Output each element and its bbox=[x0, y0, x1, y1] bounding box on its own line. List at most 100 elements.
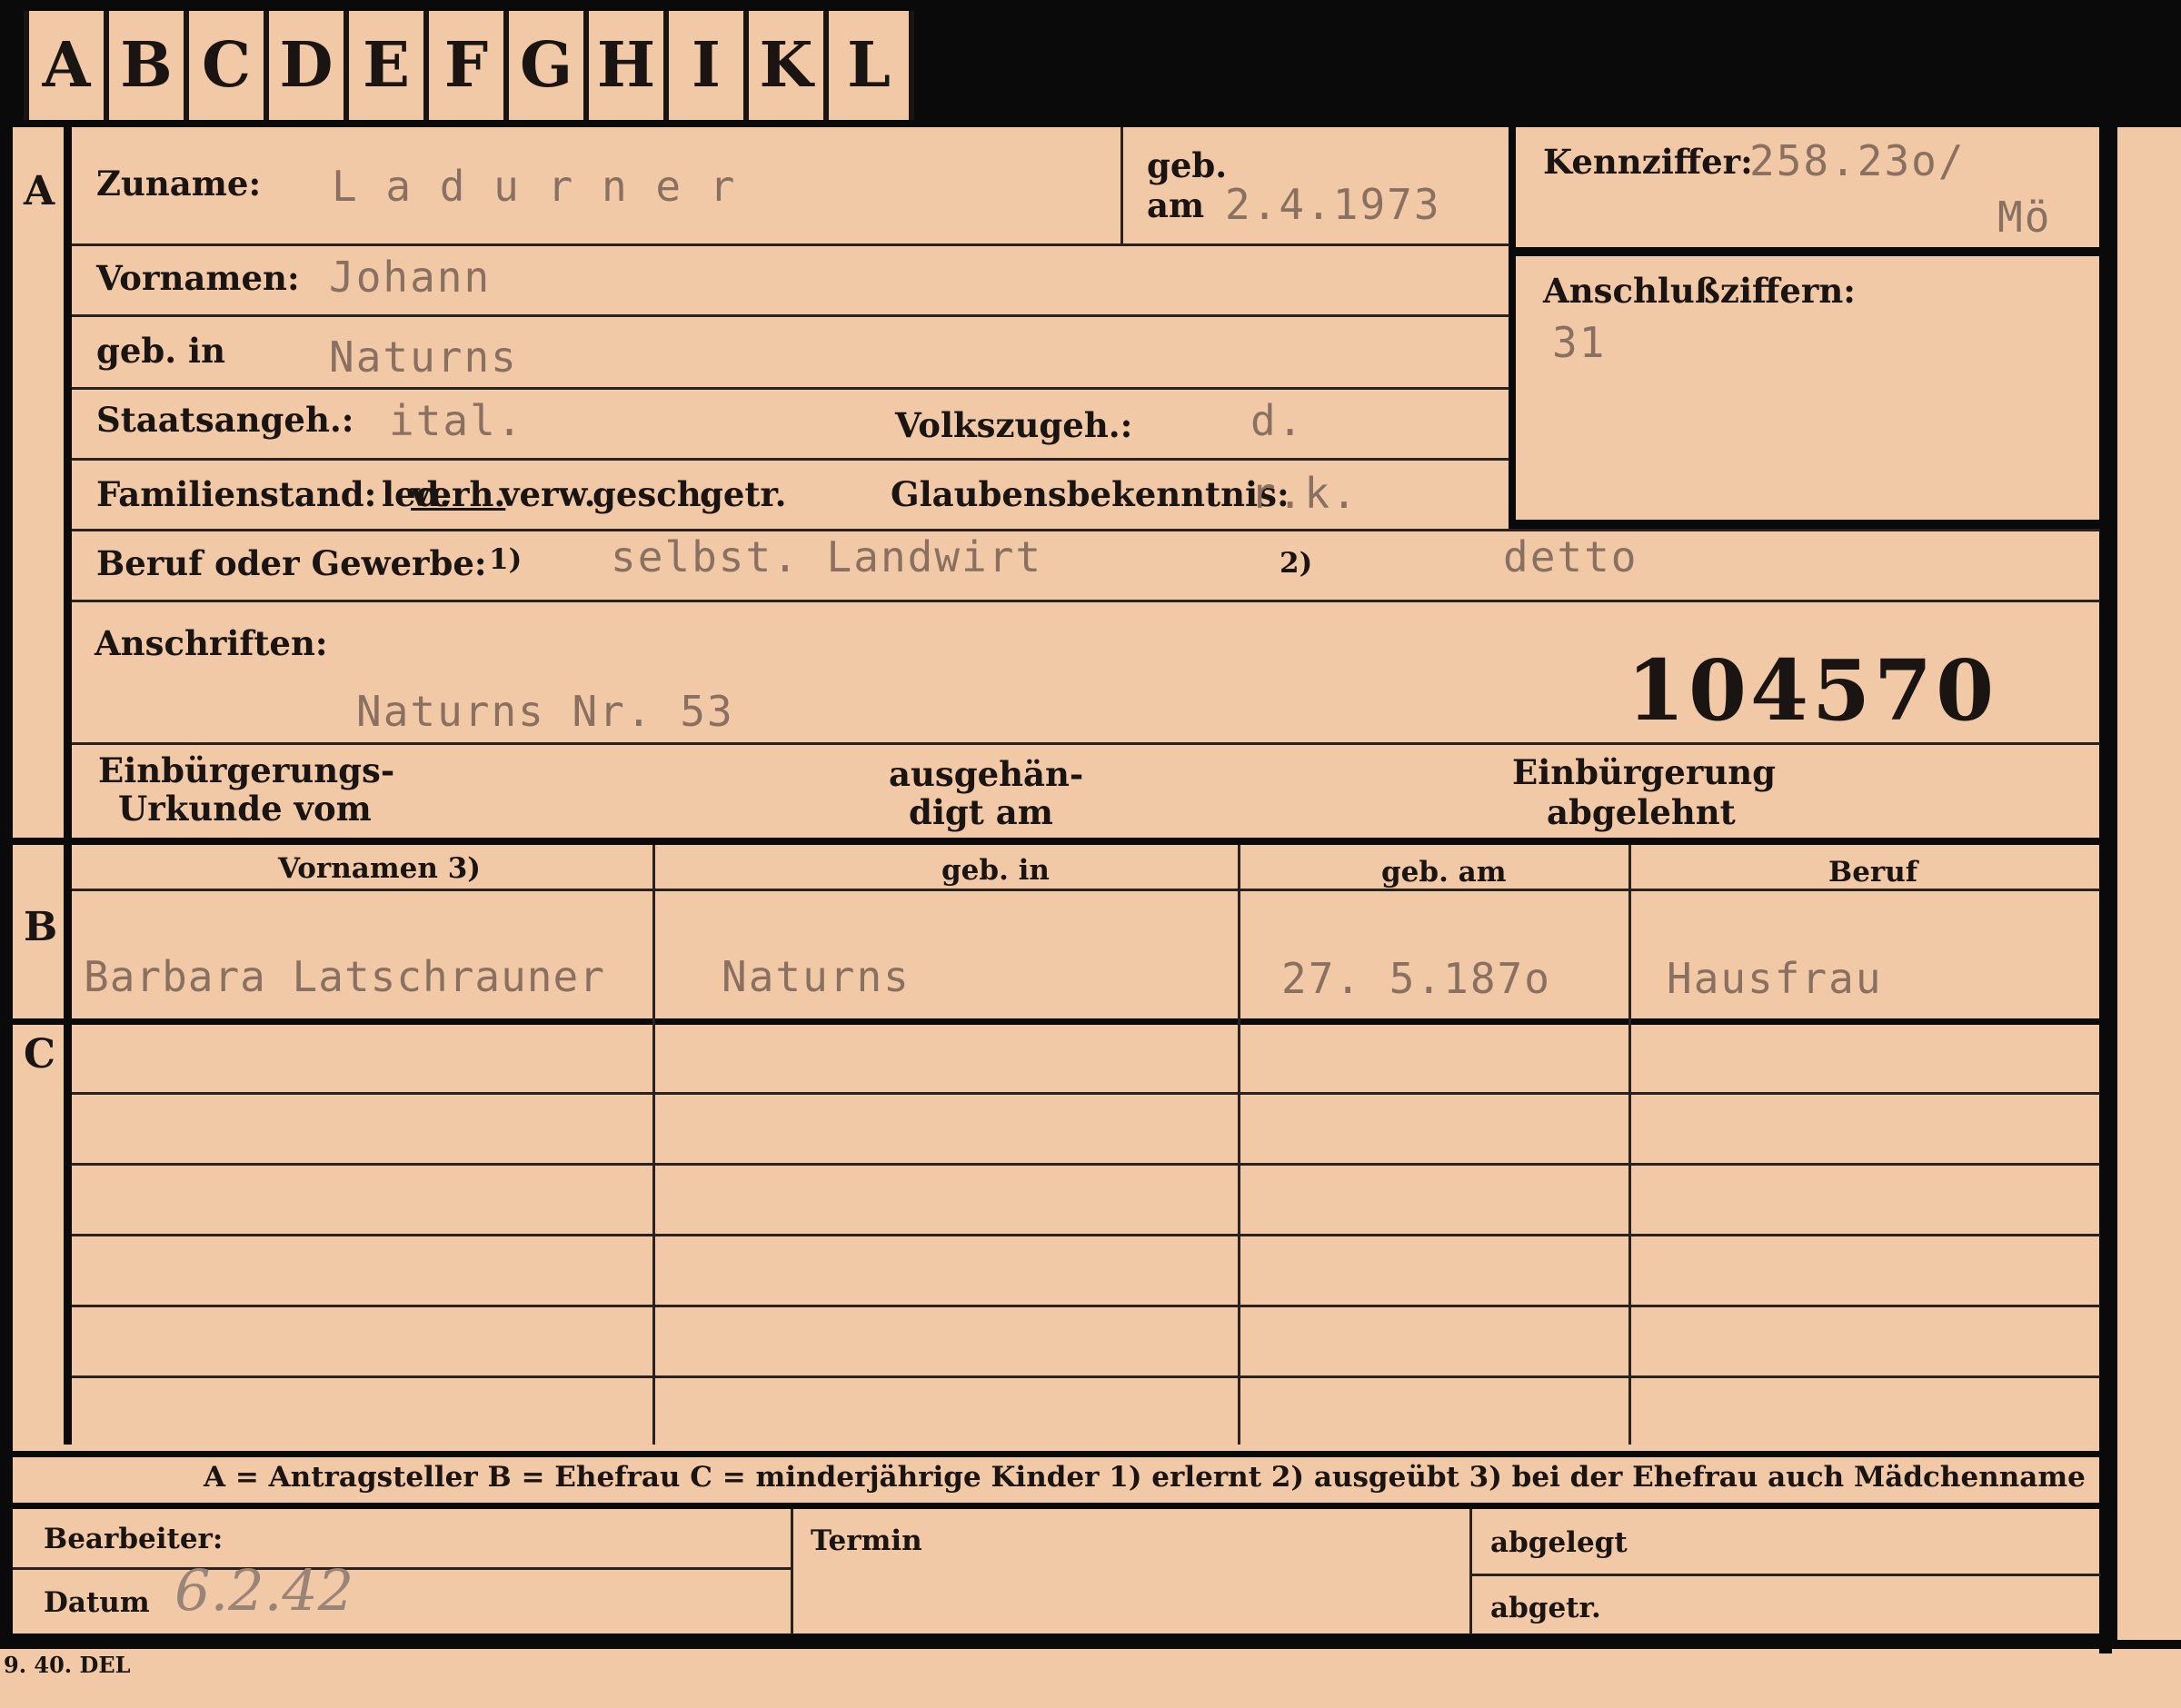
footer-row-line bbox=[13, 1567, 791, 1570]
anschlussziffern-label: Anschlußziffern: bbox=[1543, 271, 1856, 311]
child-row-line bbox=[72, 1163, 2100, 1166]
table-col-divider bbox=[652, 845, 655, 1445]
geb-am-value: 2.4.1973 bbox=[1225, 180, 1441, 229]
tab-f[interactable]: F bbox=[423, 11, 503, 120]
anschrift-value: Naturns Nr. 53 bbox=[356, 687, 734, 736]
stamp-number: 104570 bbox=[1627, 641, 1998, 740]
row-line bbox=[72, 742, 2100, 745]
footer-divider bbox=[1469, 1509, 1472, 1634]
beruf-note-2: 2) bbox=[1280, 547, 1313, 580]
col-header-vornamen: Vornamen 3) bbox=[278, 852, 481, 885]
einbuergerungsurkunde-label-2: Urkunde vom bbox=[118, 789, 372, 829]
datum-label: Datum bbox=[44, 1586, 150, 1619]
footer-divider bbox=[791, 1509, 793, 1634]
ausgehaendigt-label-1: ausgehän- bbox=[889, 754, 1084, 794]
bearbeiter-label: Bearbeiter: bbox=[44, 1523, 224, 1555]
volkszugeh-label: Volkszugeh.: bbox=[895, 405, 1133, 445]
spouse-vornamen: Barbara Latschrauner bbox=[84, 952, 605, 1001]
tab-h[interactable]: H bbox=[583, 11, 663, 120]
child-row-line bbox=[72, 1375, 2100, 1378]
kennziffer-box-bottom bbox=[1516, 520, 2102, 529]
beruf-erlernt-value: selbst. Landwirt bbox=[611, 532, 1043, 581]
datum-value: 6.2.42 bbox=[174, 1557, 354, 1624]
index-card: A B C D E F G H I K L A B C Zuname: L a … bbox=[0, 0, 2181, 1708]
spouse-geb-am: 27. 5.187o bbox=[1281, 954, 1551, 1003]
row-line bbox=[72, 529, 2100, 531]
tab-e[interactable]: E bbox=[344, 11, 423, 120]
familienstand-option-getr: getr. bbox=[700, 474, 787, 514]
anschriften-label: Anschriften: bbox=[95, 623, 328, 663]
am-label: am bbox=[1147, 185, 1205, 225]
footer-row-line bbox=[1472, 1574, 2101, 1576]
einbuergerungsurkunde-label-1: Einbürgerungs- bbox=[98, 750, 395, 790]
kennziffer-value: 258.23o/ bbox=[1749, 136, 1966, 185]
familienstand-label: Familienstand: bbox=[96, 474, 377, 514]
einbuergerung-abgelehnt-label-2: abgelehnt bbox=[1547, 792, 1736, 832]
kennziffer-label: Kennziffer: bbox=[1543, 142, 1753, 182]
left-section-rule bbox=[64, 127, 72, 1445]
row-line bbox=[72, 243, 1509, 246]
row-line bbox=[72, 458, 1509, 461]
tab-b[interactable]: B bbox=[104, 11, 184, 120]
tab-d[interactable]: D bbox=[264, 11, 344, 120]
spouse-beruf: Hausfrau bbox=[1667, 954, 1883, 1003]
tab-g[interactable]: G bbox=[503, 11, 583, 120]
section-c-rule bbox=[13, 1018, 2103, 1025]
table-col-divider bbox=[1628, 845, 1631, 1445]
glaubensbekenntnis-value: r.k. bbox=[1250, 469, 1359, 518]
staatsangeh-label: Staatsangeh.: bbox=[96, 400, 354, 440]
abgelegt-label: abgelegt bbox=[1490, 1526, 1628, 1559]
staatsangeh-value: ital. bbox=[389, 396, 524, 445]
tab-l[interactable]: L bbox=[823, 11, 914, 120]
right-frame-rule bbox=[2099, 127, 2112, 1653]
section-b-label: B bbox=[24, 904, 58, 950]
section-a-label: A bbox=[24, 168, 55, 214]
printer-mark: 9. 40. DEL bbox=[4, 1652, 131, 1678]
zuname-label: Zuname: bbox=[96, 164, 262, 204]
geb-in-value: Naturns bbox=[329, 333, 518, 382]
kennziffer-suffix: Mö bbox=[1997, 193, 2052, 242]
row-line bbox=[72, 314, 1509, 317]
row-line bbox=[72, 387, 1509, 390]
legend-bottom-rule bbox=[13, 1503, 2103, 1509]
child-row-line bbox=[72, 1305, 2100, 1307]
section-c-label: C bbox=[24, 1031, 56, 1077]
legend-text: A = Antragsteller B = Ehefrau C = minder… bbox=[204, 1461, 2086, 1494]
table-header-line bbox=[72, 889, 2100, 891]
tab-k[interactable]: K bbox=[743, 11, 823, 120]
child-row-line bbox=[72, 1234, 2100, 1236]
col-header-beruf: Beruf bbox=[1828, 856, 1918, 889]
ausgehaendigt-label-2: digt am bbox=[909, 792, 1053, 832]
geb-in-label: geb. in bbox=[96, 331, 226, 371]
zuname-value: L a d u r n e r bbox=[332, 162, 737, 211]
section-b-rule bbox=[13, 838, 2103, 845]
tab-c[interactable]: C bbox=[184, 11, 264, 120]
anschlussziffern-value: 31 bbox=[1552, 318, 1607, 367]
kennziffer-box-left bbox=[1509, 127, 1516, 531]
einbuergerung-abgelehnt-label-1: Einbürgerung bbox=[1512, 752, 1777, 792]
legend-top-rule bbox=[13, 1451, 2103, 1457]
table-col-divider bbox=[1238, 845, 1240, 1445]
row-line bbox=[72, 600, 2100, 602]
familienstand-option-gesch: gesch. bbox=[593, 474, 713, 514]
child-row-line bbox=[72, 1092, 2100, 1095]
vornamen-value: Johann bbox=[329, 253, 492, 302]
col-header-geb-in: geb. in bbox=[941, 854, 1050, 887]
spouse-geb-in: Naturns bbox=[722, 952, 911, 1001]
beruf-ausgeuebt-value: detto bbox=[1503, 532, 1638, 581]
termin-label: Termin bbox=[811, 1524, 922, 1557]
geb-divider bbox=[1120, 127, 1123, 243]
card-paper-right bbox=[2117, 127, 2181, 1640]
tab-a[interactable]: A bbox=[24, 11, 104, 120]
bottom-frame-rule bbox=[13, 1634, 2112, 1644]
tab-i[interactable]: I bbox=[663, 11, 743, 120]
familienstand-option-verh: verh. bbox=[411, 474, 506, 514]
volkszugeh-value: d. bbox=[1250, 396, 1305, 445]
vornamen-label: Vornamen: bbox=[96, 258, 300, 298]
col-header-geb-am: geb. am bbox=[1381, 856, 1507, 889]
geb-label: geb. bbox=[1147, 145, 1228, 185]
familienstand-option-verw: verw. bbox=[500, 474, 596, 514]
beruf-note-1: 1) bbox=[489, 543, 523, 576]
kennziffer-box-divider bbox=[1516, 247, 2102, 256]
abgetr-label: abgetr. bbox=[1490, 1592, 1601, 1624]
